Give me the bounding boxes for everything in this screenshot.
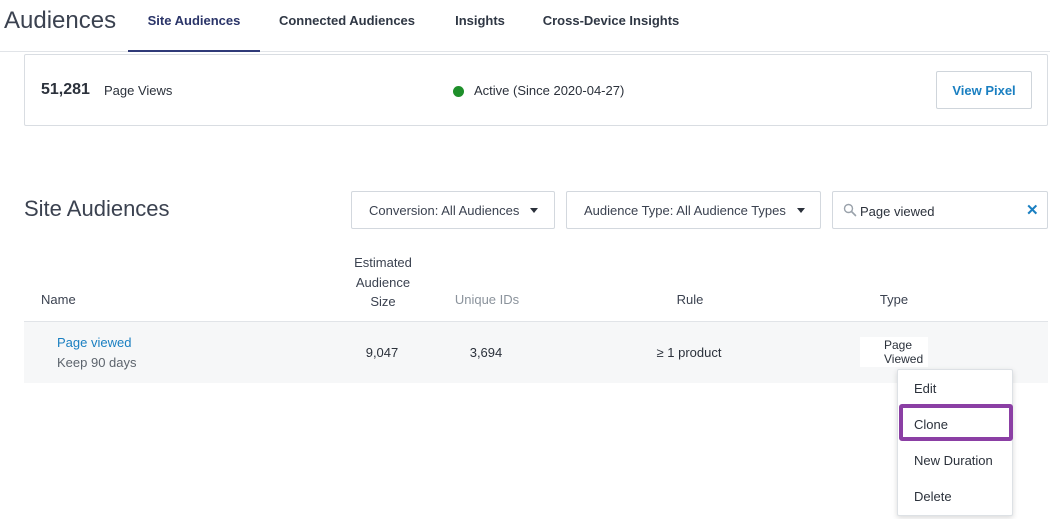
conversion-filter-dropdown[interactable]: Conversion: All Audiences bbox=[351, 191, 555, 229]
menu-item-delete[interactable]: Delete bbox=[914, 489, 952, 504]
column-header-type: Type bbox=[879, 292, 909, 307]
row-actions-menu: Edit Clone New Duration Delete bbox=[897, 369, 1013, 516]
audiences-page: Audiences Site Audiences Connected Audie… bbox=[0, 0, 1050, 519]
audience-type-filter-value: Audience Type: All Audience Types bbox=[584, 203, 786, 218]
audience-name-link[interactable]: Page viewed bbox=[57, 335, 131, 350]
table-row: Page viewed Keep 90 days 9,047 3,694 ≥ 1… bbox=[24, 322, 1048, 383]
estimated-audience-size: 9,047 bbox=[365, 345, 399, 360]
pixel-summary-card: 51,281 Page Views Active (Since 2020-04-… bbox=[24, 54, 1048, 126]
pixel-status-text: Active (Since 2020-04-27) bbox=[474, 83, 625, 98]
column-header-rule: Rule bbox=[676, 292, 704, 307]
menu-item-edit[interactable]: Edit bbox=[914, 381, 936, 396]
column-header-unique-ids: Unique IDs bbox=[454, 292, 520, 307]
audience-duration: Keep 90 days bbox=[57, 355, 137, 370]
top-navigation: Audiences Site Audiences Connected Audie… bbox=[0, 0, 1050, 52]
clear-search-icon[interactable]: ✕ bbox=[1026, 201, 1039, 219]
tab-connected-audiences[interactable]: Connected Audiences bbox=[272, 13, 422, 52]
audience-type-filter-dropdown[interactable]: Audience Type: All Audience Types bbox=[566, 191, 821, 229]
page-title: Audiences bbox=[4, 7, 117, 34]
tab-site-audiences[interactable]: Site Audiences bbox=[128, 13, 260, 52]
search-icon bbox=[843, 203, 857, 217]
conversion-filter-value: Conversion: All Audiences bbox=[369, 203, 520, 218]
caret-down-icon bbox=[797, 208, 805, 213]
page-view-count: 51,281 bbox=[41, 81, 90, 98]
page-view-label: Page Views bbox=[104, 83, 173, 98]
tab-cross-device-insights[interactable]: Cross-Device Insights bbox=[536, 13, 686, 52]
unique-ids-count: 3,694 bbox=[469, 345, 503, 360]
search-input[interactable] bbox=[860, 202, 1020, 220]
status-dot-icon bbox=[453, 86, 464, 97]
column-header-estimated-size: Estimated Audience Size bbox=[354, 255, 412, 309]
caret-down-icon bbox=[530, 208, 538, 213]
audience-search-box: ✕ bbox=[832, 191, 1048, 229]
audience-rule: ≥ 1 product bbox=[656, 345, 722, 360]
view-pixel-button[interactable]: View Pixel bbox=[936, 71, 1032, 109]
tab-insights[interactable]: Insights bbox=[444, 13, 516, 52]
section-title: Site Audiences bbox=[24, 196, 170, 221]
audience-type-badge[interactable]: Page Viewed bbox=[860, 337, 928, 367]
column-header-name: Name bbox=[41, 292, 76, 307]
menu-item-new-duration[interactable]: New Duration bbox=[914, 453, 993, 468]
menu-item-clone[interactable]: Clone bbox=[914, 417, 948, 432]
